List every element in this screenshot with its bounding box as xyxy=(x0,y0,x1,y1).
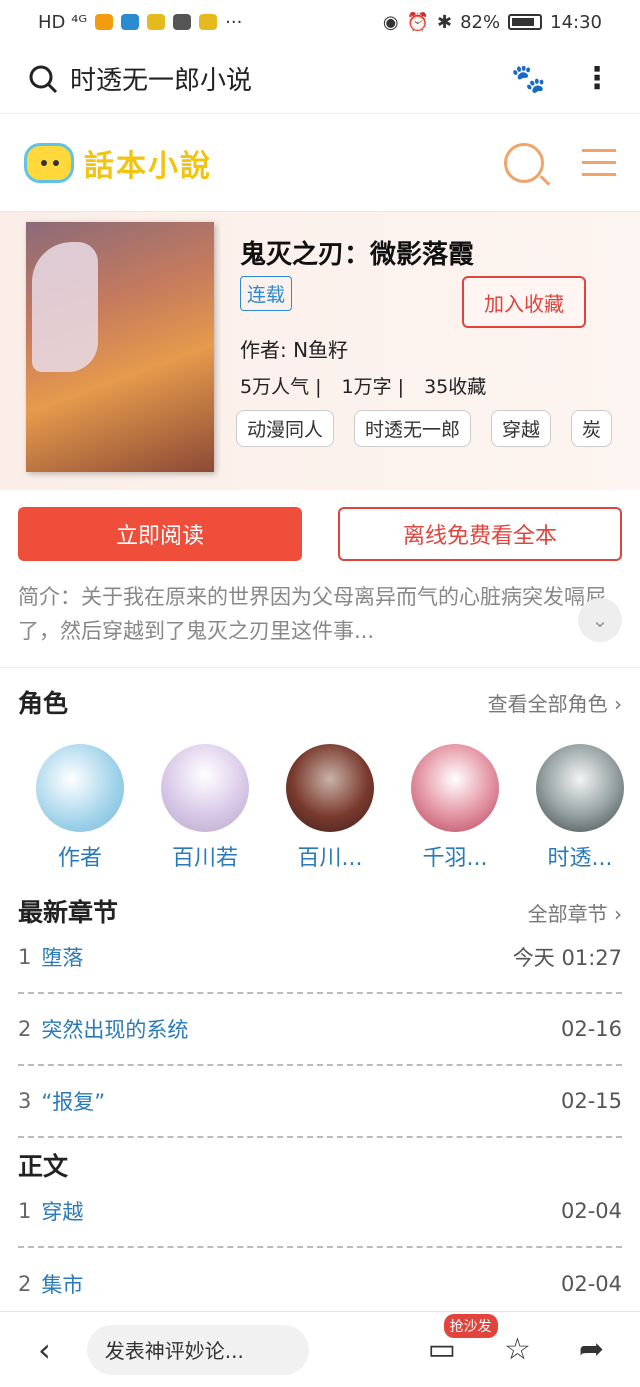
chapter-row[interactable]: 2 突然出现的系统 02-16 xyxy=(18,994,622,1066)
role-item[interactable]: 千羽... xyxy=(405,744,505,872)
chapter-date: 02-16 xyxy=(560,1017,622,1041)
tag[interactable]: 动漫同人 xyxy=(236,410,335,447)
avatar xyxy=(36,744,124,832)
chapter-title[interactable]: “报复” xyxy=(41,1086,105,1116)
chapter-number: 2 xyxy=(18,1017,32,1041)
app-notification-icon xyxy=(95,14,114,30)
chapter-number: 2 xyxy=(18,1272,32,1296)
expand-icon[interactable]: ⌄ xyxy=(578,598,622,642)
baidu-icon[interactable]: 🐾 xyxy=(511,62,546,95)
add-favorite-button[interactable]: 加入收藏 xyxy=(462,276,586,328)
role-item[interactable]: 作者 xyxy=(30,744,130,872)
popularity: 5万人气 | xyxy=(240,376,322,398)
battery-icon xyxy=(508,14,543,30)
all-roles-link[interactable]: 查看全部角色 › xyxy=(488,688,622,717)
book-cover[interactable] xyxy=(26,222,214,472)
tag[interactable]: 炭 xyxy=(571,410,613,447)
word-count: 1万字 | xyxy=(341,376,405,398)
alarm-icon: ⏰ xyxy=(406,11,430,33)
logo-icon[interactable] xyxy=(24,142,74,183)
role-item[interactable]: 时透... xyxy=(530,744,630,872)
more-notifications-icon: ··· xyxy=(225,11,243,33)
role-list: 作者 百川若 百川... 千羽... 时透... xyxy=(30,744,630,872)
book-info-panel: 鬼灭之刃：微影落霞 连载 加入收藏 作者: N鱼籽 5万人气 | 1万字 | 3… xyxy=(0,212,640,490)
sofa-badge: 抢沙发 xyxy=(443,1314,498,1338)
menu-icon[interactable] xyxy=(582,149,616,176)
role-name: 百川若 xyxy=(171,846,238,871)
share-icon[interactable]: ➦ xyxy=(579,1332,604,1367)
chapter-title[interactable]: 集市 xyxy=(41,1269,83,1299)
book-author[interactable]: 作者: N鱼籽 xyxy=(240,334,348,363)
app-notification-icon xyxy=(121,14,140,30)
bottom-toolbar: ‹ 发表神评妙论... ▭ 抢沙发 ☆ ➦ xyxy=(0,1311,640,1387)
search-query[interactable]: 时透无一郎小说 xyxy=(70,60,252,97)
chapter-row[interactable]: 2 集市 02-04 xyxy=(18,1248,622,1320)
book-intro: 简介：关于我在原来的世界因为父母离异而气的心脏病突发嗝屁了，然后穿越到了鬼灭之刃… xyxy=(18,585,606,643)
chapter-title[interactable]: 突然出现的系统 xyxy=(41,1014,188,1044)
bluetooth-icon: ✱ xyxy=(437,11,453,33)
role-name: 时透... xyxy=(547,846,613,871)
tag[interactable]: 穿越 xyxy=(491,410,552,447)
avatar xyxy=(286,744,374,832)
comment-input[interactable]: 发表神评妙论... xyxy=(86,1324,309,1375)
chapter-row[interactable]: 1 穿越 02-04 xyxy=(18,1176,622,1248)
site-header: 話本小說 xyxy=(0,114,640,212)
role-name: 百川... xyxy=(297,846,363,871)
divider xyxy=(0,667,640,668)
chapter-title[interactable]: 堕落 xyxy=(41,942,83,972)
book-stats: 5万人气 | 1万字 | 35收藏 xyxy=(240,372,486,399)
back-icon[interactable]: ‹ xyxy=(38,1331,51,1369)
chapter-date: 今天 01:27 xyxy=(512,946,622,970)
more-options-icon[interactable]: ⋮ xyxy=(582,61,612,96)
book-title: 鬼灭之刃：微影落霞 xyxy=(240,240,475,270)
search-icon[interactable] xyxy=(504,142,544,183)
favorite-count: 35收藏 xyxy=(424,376,487,398)
role-item[interactable]: 百川... xyxy=(280,744,380,872)
offline-read-button[interactable]: 离线免费看全本 xyxy=(338,507,622,561)
role-name: 千羽... xyxy=(422,846,488,871)
chapter-number: 1 xyxy=(18,1199,32,1223)
network-indicator: HD ⁴ᴳ xyxy=(38,11,88,33)
read-now-button[interactable]: 立即阅读 xyxy=(18,507,302,561)
chapter-date: 02-04 xyxy=(560,1199,622,1223)
role-name: 作者 xyxy=(57,846,102,871)
chapter-row[interactable]: 1 堕落 今天 01:27 xyxy=(18,922,622,994)
weibo-icon xyxy=(147,14,166,30)
tag[interactable]: 时透无一郎 xyxy=(354,410,472,447)
chapter-date: 02-15 xyxy=(560,1089,622,1113)
clock: 14:30 xyxy=(550,11,602,33)
chapter-date: 02-04 xyxy=(560,1272,622,1296)
avatar xyxy=(411,744,499,832)
chapter-number: 1 xyxy=(18,945,32,969)
avatar xyxy=(161,744,249,832)
chapter-row[interactable]: 3 “报复” 02-15 xyxy=(18,1066,622,1138)
status-badge: 连载 xyxy=(240,276,293,311)
status-bar: HD ⁴ᴳ ··· ◉ ⏰ ✱ 82% 14:30 xyxy=(0,0,640,44)
site-logo-text[interactable]: 話本小說 xyxy=(84,141,212,185)
role-item[interactable]: 百川若 xyxy=(155,744,255,872)
weibo-icon xyxy=(199,14,218,30)
tag-list: 动漫同人 时透无一郎 穿越 炭 xyxy=(236,410,616,447)
eye-icon: ◉ xyxy=(382,11,399,33)
search-icon xyxy=(29,65,58,93)
chapter-number: 3 xyxy=(18,1089,32,1113)
app-notification-icon xyxy=(173,14,192,30)
star-icon[interactable]: ☆ xyxy=(504,1332,531,1367)
avatar xyxy=(536,744,624,832)
browser-search-bar[interactable]: 时透无一郎小说 🐾 ⋮ xyxy=(0,44,640,114)
chapter-title[interactable]: 穿越 xyxy=(41,1196,83,1226)
roles-title: 角色 xyxy=(18,689,69,718)
battery-percent: 82% xyxy=(460,11,501,33)
